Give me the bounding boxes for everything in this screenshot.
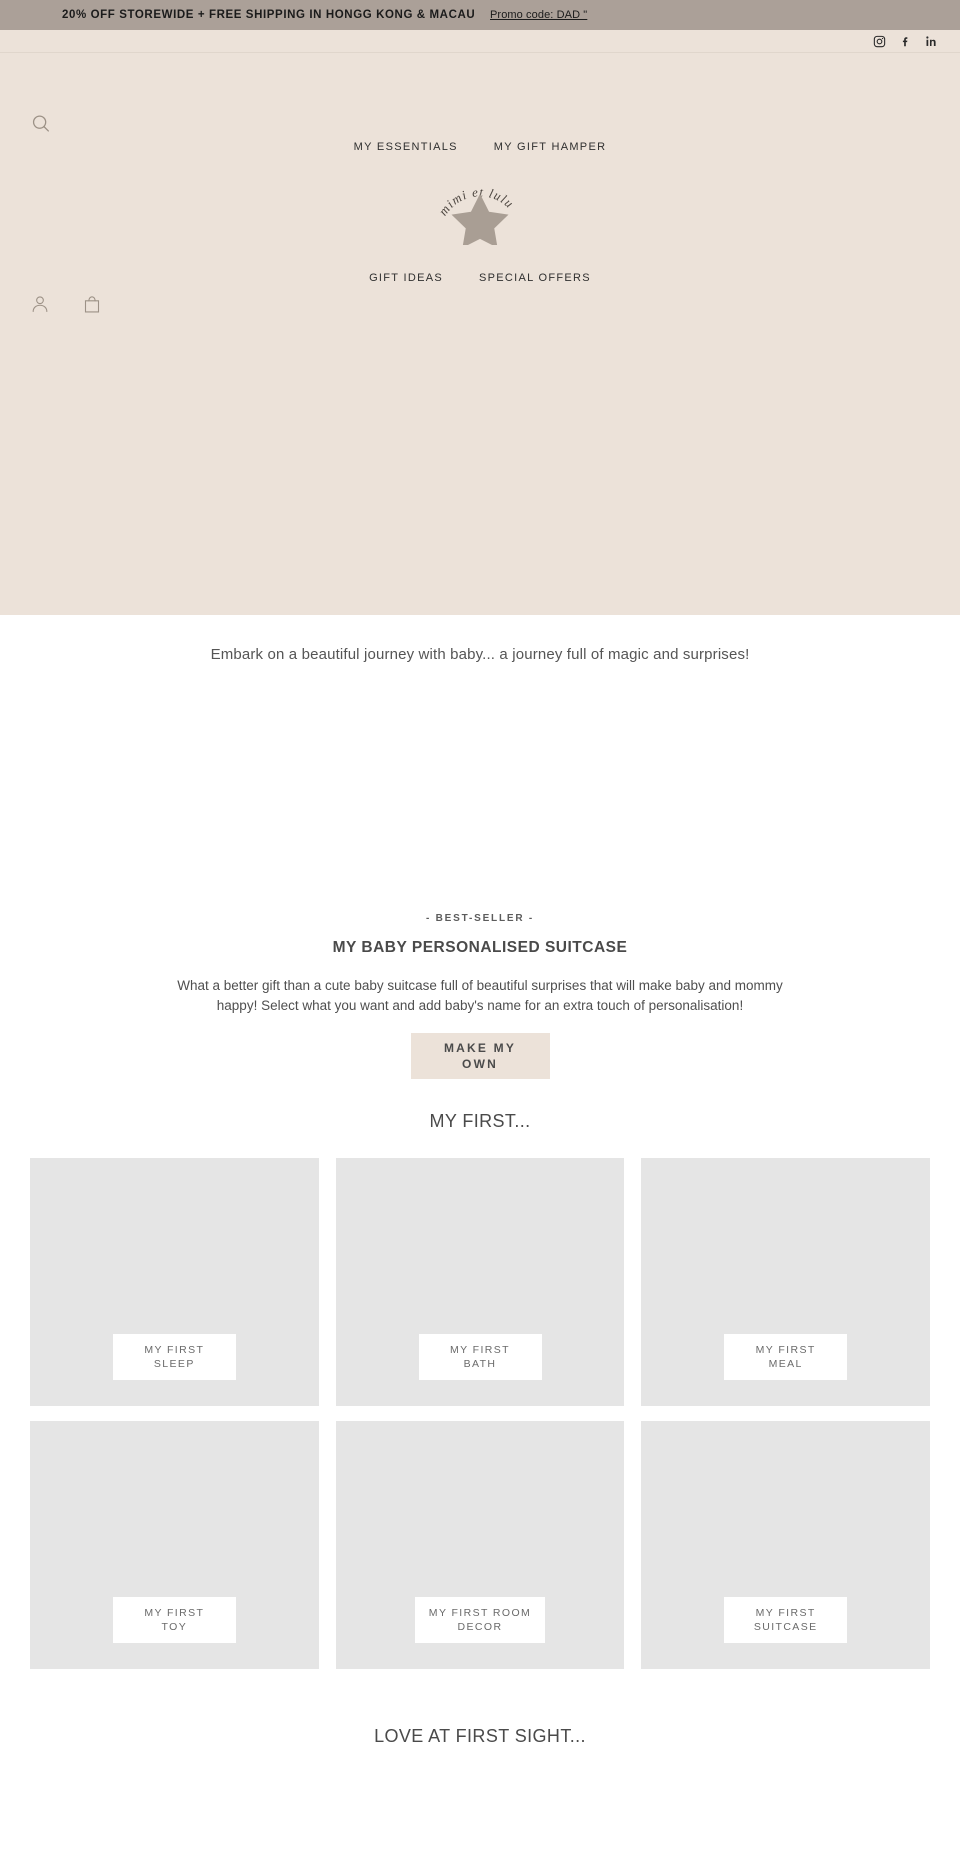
cart-icon[interactable] [82,293,104,317]
bestseller-description: What a better gift than a cute baby suit… [177,978,783,1013]
category-label-line1: MY FIRST [449,1344,510,1356]
bestseller-eyebrow: - BEST-SELLER - [425,913,535,924]
make-my-own-button[interactable]: MAKE MY OWN [410,1033,550,1079]
nav-item-my-essentials[interactable]: MY ESSENTIALS [354,141,458,153]
logo-graphic: mimi et lulu [432,169,528,248]
my-first-grid: MY FIRST SLEEP MY FIRST BATH MY FIRST ME… [0,1158,960,1669]
category-card-label: MY FIRST TOY [112,1597,236,1643]
header-actions [30,293,104,317]
primary-nav-top: MY ESSENTIALS MY GIFT HAMPER [0,141,960,153]
category-card-my-first-suitcase[interactable]: MY FIRST SUITCASE [641,1421,931,1669]
my-first-grid-row: MY FIRST SLEEP MY FIRST BATH MY FIRST ME… [30,1158,931,1406]
love-at-first-sight-heading: LOVE AT FIRST SIGHT... [374,1726,586,1746]
account-icon[interactable] [30,293,52,317]
category-card-label: MY FIRST SLEEP [112,1334,236,1380]
my-first-heading: MY FIRST... [429,1111,531,1131]
category-card-label: MY FIRST ROOM DECOR [414,1597,546,1643]
category-label-line2: SLEEP [153,1358,195,1370]
nav-item-special-offers[interactable]: SPECIAL OFFERS [479,272,591,284]
primary-nav-bottom: GIFT IDEAS SPECIAL OFFERS [0,272,960,284]
nav-item-my-gift-hamper[interactable]: MY GIFT HAMPER [494,141,607,153]
category-card-my-first-room-decor[interactable]: MY FIRST ROOM DECOR [335,1421,625,1669]
make-my-own-line2: OWN [462,1057,498,1071]
nav-item-gift-ideas[interactable]: GIFT IDEAS [369,272,443,284]
my-first-grid-row: MY FIRST TOY MY FIRST ROOM DECOR MY FIRS… [30,1421,931,1669]
category-label-line2: SUITCASE [753,1621,818,1633]
category-label-line2: DECOR [457,1621,503,1633]
announcement-inner: 20% OFF STOREWIDE + FREE SHIPPING IN HON… [0,0,960,30]
category-card-my-first-sleep[interactable]: MY FIRST SLEEP [30,1158,319,1406]
category-label-line2: TOY [161,1621,188,1633]
search-icon[interactable] [30,113,54,137]
category-card-my-first-bath[interactable]: MY FIRST BATH [335,1158,625,1406]
announcement-text: 20% OFF STOREWIDE + FREE SHIPPING IN HON… [62,9,476,21]
make-my-own-line1: MAKE MY [443,1041,517,1055]
category-card-my-first-meal[interactable]: MY FIRST MEAL [641,1158,931,1406]
linkedin-icon[interactable] [925,35,938,48]
intro-text: Embark on a beautiful journey with baby.… [210,646,750,663]
category-card-label: MY FIRST SUITCASE [724,1597,848,1643]
bestseller-section: - BEST-SELLER - MY BABY PERSONALISED SUI… [0,681,960,1079]
site-header: MY ESSENTIALS MY GIFT HAMPER mimi et lul… [0,53,960,615]
announcement-bar: 20% OFF STOREWIDE + FREE SHIPPING IN HON… [0,0,960,30]
category-label-line1: MY FIRST ROOM [428,1607,532,1619]
category-label-line1: MY FIRST [144,1344,205,1356]
category-label-line1: MY FIRST [755,1607,816,1619]
category-label-line2: BATH [463,1358,497,1370]
intro-section: Embark on a beautiful journey with baby.… [0,615,960,681]
promo-code-link[interactable]: Promo code: DAD " [490,6,587,24]
bestseller-title: MY BABY PERSONALISED SUITCASE [332,939,628,956]
instagram-icon[interactable] [873,35,886,48]
facebook-icon[interactable] [899,35,912,48]
category-label-line2: MEAL [768,1358,803,1370]
category-label-line1: MY FIRST [144,1607,205,1619]
social-links-bar [0,30,960,53]
category-card-label: MY FIRST BATH [418,1334,542,1380]
site-logo[interactable]: mimi et lulu [0,169,960,248]
category-label-line1: MY FIRST [755,1344,816,1356]
category-card-label: MY FIRST MEAL [724,1334,848,1380]
category-card-my-first-toy[interactable]: MY FIRST TOY [30,1421,319,1669]
